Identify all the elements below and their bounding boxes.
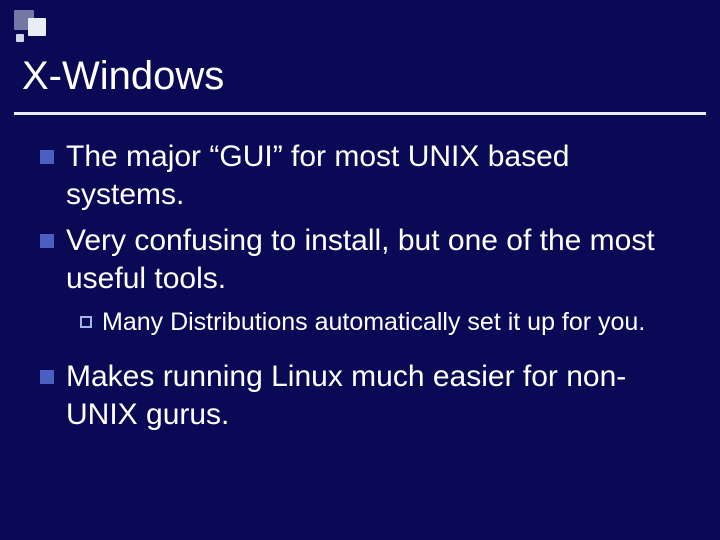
corner-decoration-icon bbox=[14, 10, 54, 40]
bullet-item: Makes running Linux much easier for non-… bbox=[40, 358, 690, 434]
square-bullet-icon bbox=[40, 234, 54, 248]
square-bullet-icon bbox=[40, 150, 54, 164]
hollow-square-bullet-icon bbox=[80, 316, 92, 328]
square-bullet-icon bbox=[40, 370, 54, 384]
title-underline bbox=[14, 112, 706, 115]
bullet-text: Makes running Linux much easier for non-… bbox=[66, 358, 690, 434]
slide: X-Windows The major “GUI” for most UNIX … bbox=[0, 0, 720, 540]
slide-body: The major “GUI” for most UNIX based syst… bbox=[40, 138, 690, 442]
bullet-item: The major “GUI” for most UNIX based syst… bbox=[40, 138, 690, 214]
bullet-item: Very confusing to install, but one of th… bbox=[40, 222, 690, 298]
bullet-text: The major “GUI” for most UNIX based syst… bbox=[66, 138, 690, 214]
bullet-text: Very confusing to install, but one of th… bbox=[66, 222, 690, 298]
slide-title: X-Windows bbox=[22, 54, 224, 99]
sub-bullet-text: Many Distributions automatically set it … bbox=[102, 306, 645, 338]
sub-bullet-item: Many Distributions automatically set it … bbox=[80, 306, 690, 338]
